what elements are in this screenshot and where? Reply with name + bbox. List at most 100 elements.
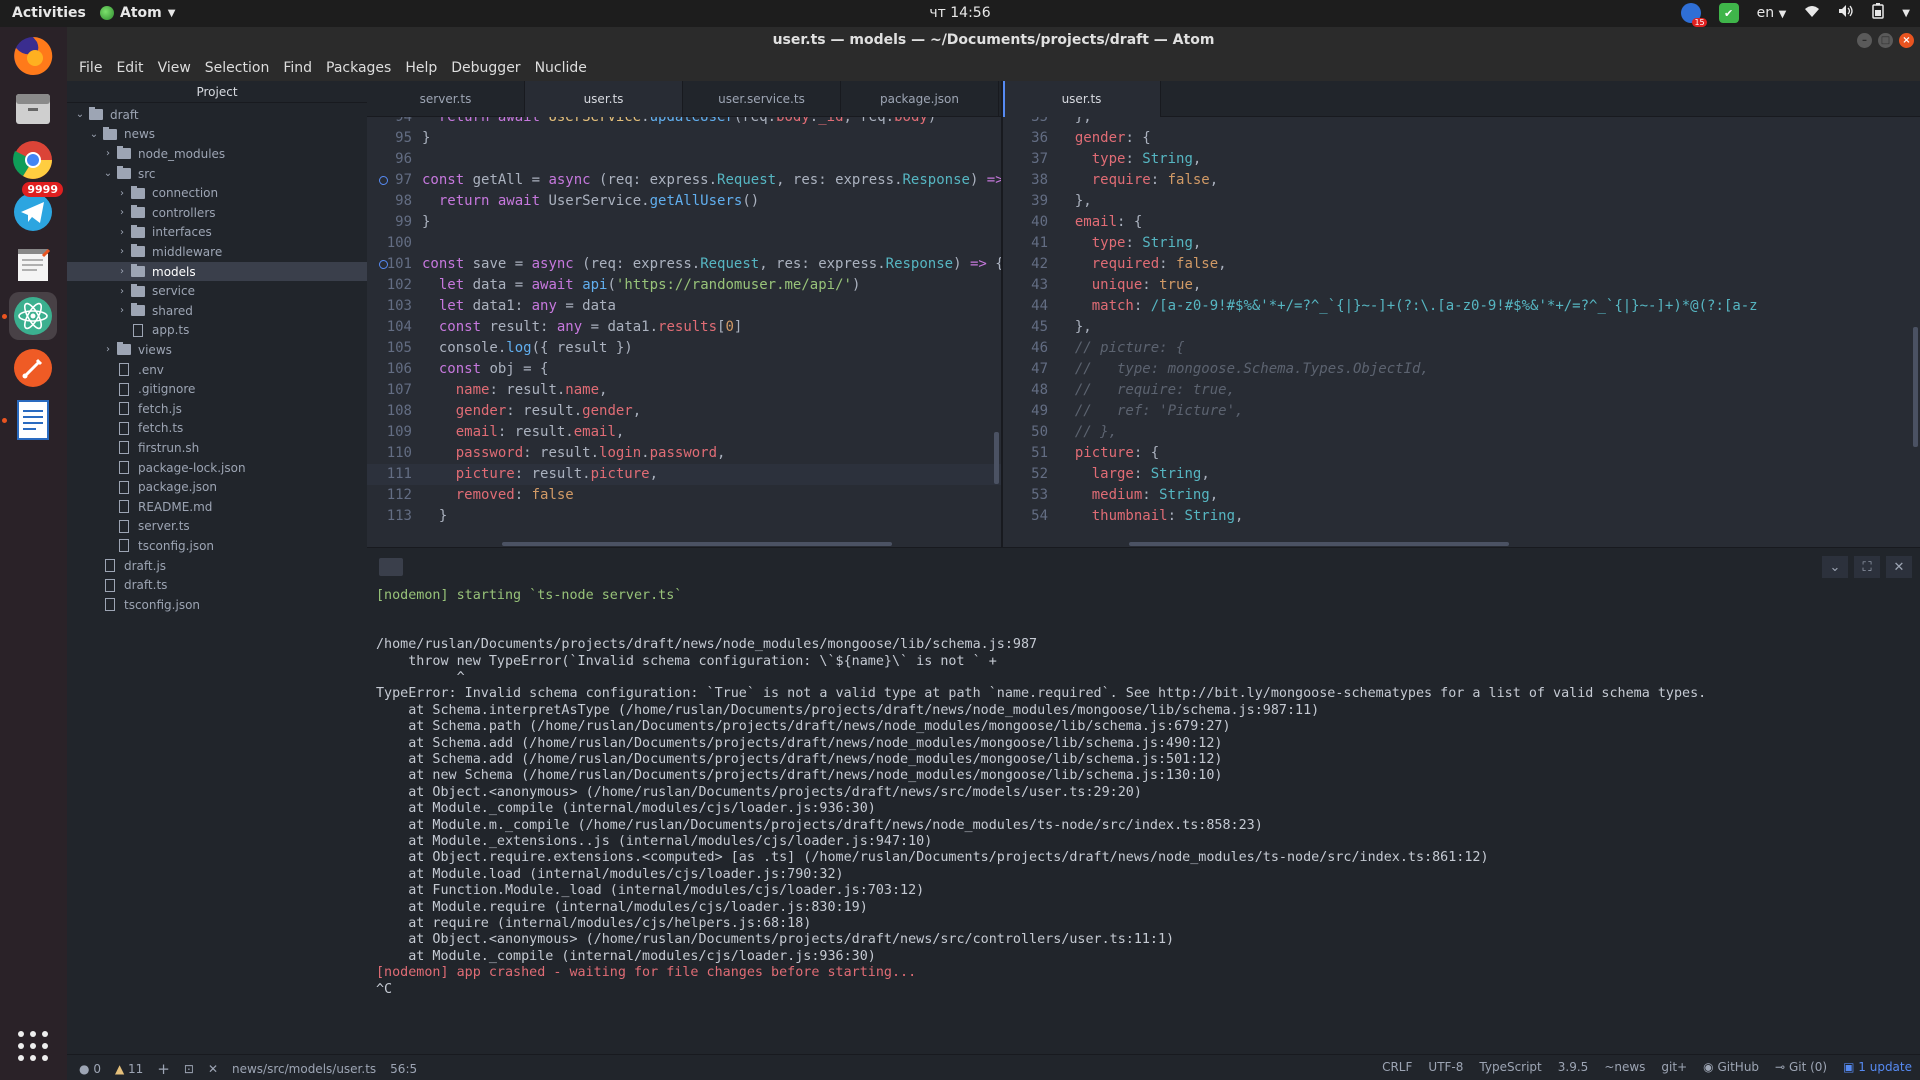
editor-tab[interactable]: user.ts [1003,81,1161,117]
code-line[interactable]: 108 gender: result.gender, [367,401,1001,422]
tree-folder[interactable]: › node_modules [67,144,367,164]
atom-launcher[interactable] [9,292,57,340]
chrome-launcher[interactable] [9,136,57,184]
maximize-button[interactable]: □ [1878,33,1893,48]
menu-debugger[interactable]: Debugger [444,60,527,76]
code-line[interactable]: 49 // ref: 'Picture', [1003,401,1920,422]
maximize-panel-icon[interactable]: ⛶ [1854,556,1880,578]
error-count[interactable]: ● 0 [79,1062,101,1076]
code-line[interactable]: 106 const obj = { [367,359,1001,380]
language-indicator[interactable]: en ▼ [1757,5,1787,21]
tree-folder[interactable]: › shared [67,301,367,321]
git-button[interactable]: ⊸ Git (0) [1775,1060,1827,1074]
project-name[interactable]: ~news [1604,1060,1645,1074]
check-icon[interactable]: ✔ [1718,3,1739,23]
code-line[interactable]: 38 require: false, [1003,170,1920,191]
file-path[interactable]: news/src/models/user.ts [232,1062,376,1076]
tree-file[interactable]: tsconfig.json [67,595,367,615]
files-launcher[interactable] [9,84,57,132]
code-line[interactable]: 112 removed: false [367,485,1001,506]
tree-folder[interactable]: › connection [67,183,367,203]
code-line[interactable]: 104 const result: any = data1.results[0] [367,317,1001,338]
code-line[interactable]: 95} [367,128,1001,149]
grammar[interactable]: TypeScript [1479,1060,1541,1074]
writer-launcher[interactable] [9,396,57,444]
breakpoint-gutter-icon[interactable] [379,176,388,185]
tree-folder[interactable]: ⌄ src [67,164,367,184]
editor-tab[interactable]: package.json [841,81,999,117]
code-line[interactable]: 110 password: result.login.password, [367,443,1001,464]
menu-packages[interactable]: Packages [319,60,398,76]
tree-folder[interactable]: › controllers [67,203,367,223]
encoding[interactable]: UTF-8 [1428,1060,1463,1074]
code-line[interactable]: 94 return await UserService.updateUser(r… [367,117,1001,128]
show-applications-button[interactable] [9,1022,57,1070]
system-menu-chevron-icon[interactable]: ▼ [1902,8,1910,19]
code-line[interactable]: 35 }, [1003,117,1920,128]
code-line[interactable]: 37 type: String, [1003,149,1920,170]
minimize-button[interactable]: – [1857,33,1872,48]
menu-help[interactable]: Help [398,60,444,76]
tree-folder[interactable]: › interfaces [67,223,367,243]
wifi-icon[interactable] [1804,4,1820,22]
code-line[interactable]: 113 } [367,506,1001,527]
tree-file[interactable]: .env [67,360,367,380]
project-panel-header[interactable]: Project [67,81,367,103]
ts-version[interactable]: 3.9.5 [1558,1060,1589,1074]
close-icon[interactable]: ✕ [1886,556,1912,578]
tree-folder[interactable]: › models [67,261,367,282]
code-line[interactable]: 40 email: { [1003,212,1920,233]
code-line[interactable]: 102 let data = await api('https://random… [367,275,1001,296]
tree-file[interactable]: fetch.js [67,399,367,419]
code-line[interactable]: 98 return await UserService.getAllUsers(… [367,191,1001,212]
tree-folder[interactable]: › views [67,340,367,360]
code-line[interactable]: 111 picture: result.picture, [367,464,1001,485]
code-line[interactable]: 54 thumbnail: String, [1003,506,1920,527]
left-editor-hscroll[interactable] [502,542,892,546]
menu-selection[interactable]: Selection [198,60,277,76]
menu-nuclide[interactable]: Nuclide [528,60,594,76]
code-line[interactable]: 53 medium: String, [1003,485,1920,506]
line-ending[interactable]: CRLF [1382,1060,1412,1074]
code-line[interactable]: 47 // type: mongoose.Schema.Types.Object… [1003,359,1920,380]
update-button[interactable]: ▣ 1 update [1843,1060,1912,1074]
tree-file[interactable]: README.md [67,497,367,517]
code-line[interactable]: 41 type: String, [1003,233,1920,254]
tree-file[interactable]: package-lock.json [67,458,367,478]
tree-file[interactable]: draft.js [67,556,367,576]
app-menu[interactable]: Atom ▼ [100,5,175,21]
cursor-position[interactable]: 56:5 [390,1062,417,1076]
code-line[interactable]: 51 picture: { [1003,443,1920,464]
editor-tab[interactable]: user.service.ts [683,81,841,117]
tree-file[interactable]: .gitignore [67,379,367,399]
code-line[interactable]: 101 const save = async (req: express.Requ… [367,254,1001,275]
add-terminal-icon[interactable]: + [157,1060,170,1078]
chevron-down-icon[interactable]: ⌄ [1822,556,1848,578]
right-editor[interactable]: 35 }, 36 gender: {37 type: String, 38 requ… [1003,117,1920,547]
code-line[interactable]: 105 console.log({ result }) [367,338,1001,359]
tree-file[interactable]: package.json [67,477,367,497]
code-line[interactable]: 109 email: result.email, [367,422,1001,443]
editor-tab[interactable]: server.ts [367,81,525,117]
right-editor-hscroll[interactable] [1129,542,1509,546]
battery-icon[interactable] [1872,3,1885,23]
firefox-launcher[interactable] [9,32,57,80]
tree-file[interactable]: firstrun.sh [67,438,367,458]
warning-count[interactable]: ▲ 11 [115,1062,143,1076]
activities-button[interactable]: Activities [12,5,86,21]
code-line[interactable]: 99} [367,212,1001,233]
tree-folder[interactable]: › middleware [67,242,367,262]
menu-find[interactable]: Find [276,60,319,76]
git-plus[interactable]: git+ [1661,1060,1687,1074]
tree-folder[interactable]: ⌄ news [67,125,367,145]
volume-icon[interactable] [1838,4,1854,22]
breakpoint-gutter-icon[interactable] [379,260,388,269]
code-line[interactable]: 44 match: /[a-z0-9!#$%&'*+/=?^_`{|}~-]+(… [1003,296,1920,317]
code-line[interactable]: 97 const getAll = async (req: express.Req… [367,170,1001,191]
github-button[interactable]: ◉ GitHub [1703,1060,1759,1074]
left-editor-vscroll[interactable] [994,432,999,484]
tree-file[interactable]: tsconfig.json [67,536,367,556]
code-line[interactable]: 48 // require: true, [1003,380,1920,401]
telegram-launcher[interactable]: 9999 [9,182,63,236]
menu-file[interactable]: File [72,60,109,76]
